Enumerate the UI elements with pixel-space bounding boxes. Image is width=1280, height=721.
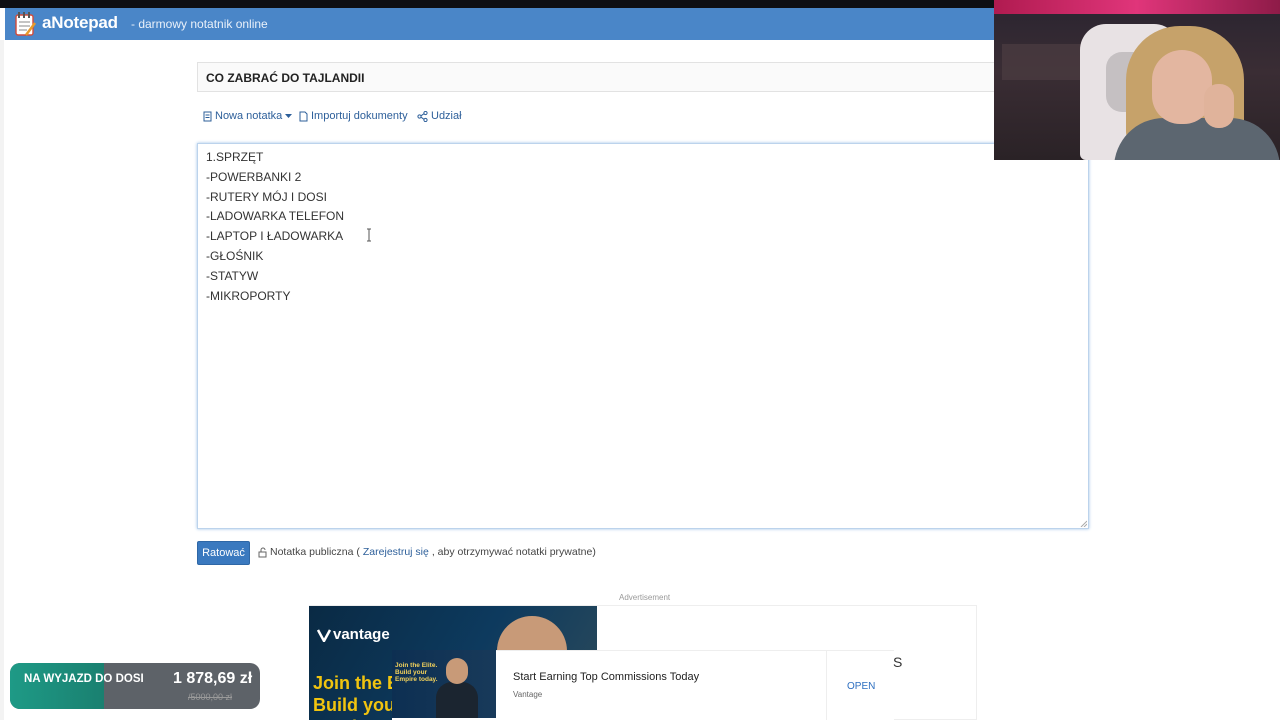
- text-cursor-icon: [367, 228, 371, 242]
- import-label: Importuj dokumenty: [311, 110, 408, 122]
- share-link[interactable]: Udział: [417, 110, 462, 122]
- ad-divider: [826, 650, 827, 720]
- unlock-icon: [258, 547, 267, 557]
- webcam-overlay: [994, 0, 1280, 160]
- donation-amount: 1 878,69 zł: [173, 670, 253, 687]
- webcam-person-hand: [1204, 84, 1234, 128]
- ad-thumb-text: Join the Elite. Build your Empire today.: [395, 662, 438, 683]
- left-rail: [0, 40, 4, 720]
- ad-open-button[interactable]: OPEN: [847, 681, 875, 692]
- file-icon: [299, 111, 308, 121]
- share-icon: [417, 110, 428, 122]
- donation-goal: /5000,00 zł: [188, 692, 233, 702]
- donation-progress-fill: [10, 663, 104, 709]
- donation-goal-widget: NA WYJAZD DO DOSI 1 878,69 zł /5000,00 z…: [10, 663, 260, 709]
- document-icon: [203, 111, 212, 121]
- save-button[interactable]: Ratować: [197, 541, 250, 565]
- vantage-logo-icon: [317, 628, 331, 642]
- public-note-info: Notatka publiczna ( Zarejestruj się , ab…: [258, 546, 596, 558]
- new-note-label: Nowa notatka: [215, 110, 283, 122]
- donation-label: NA WYJAZD DO DOSI: [24, 673, 144, 685]
- public-note-suffix: , aby otrzymywać notatki prywatne): [431, 546, 596, 558]
- ad-brand: vantage: [317, 626, 390, 643]
- webcam-led-light: [994, 0, 1280, 14]
- app-name[interactable]: aNotepad: [42, 13, 118, 33]
- note-content[interactable]: 1.SPRZĘT -POWERBANKI 2 -RUTERY MÓJ I DOS…: [206, 148, 344, 306]
- resize-grip-icon[interactable]: [1080, 520, 1087, 527]
- ad-title[interactable]: Start Earning Top Commissions Today: [513, 671, 699, 683]
- note-title-input[interactable]: CO ZABRAĆ DO TAJLANDII: [197, 62, 1017, 92]
- ad-trailing-text: S: [893, 654, 903, 670]
- new-note-menu[interactable]: Nowa notatka: [203, 110, 293, 122]
- ad-brand-name: vantage: [333, 626, 390, 643]
- ad-thumbnail[interactable]: Join the Elite. Build your Empire today.: [392, 650, 496, 718]
- share-label: Udział: [431, 110, 462, 122]
- app-tagline: - darmowy notatnik online: [131, 17, 268, 31]
- webcam-person-body: [1114, 118, 1280, 160]
- public-note-prefix: Notatka publiczna (: [270, 546, 360, 558]
- note-editor[interactable]: 1.SPRZĘT -POWERBANKI 2 -RUTERY MÓJ I DOS…: [197, 143, 1089, 529]
- caret-down-icon: [285, 113, 293, 118]
- ad-sponsor: Vantage: [513, 690, 543, 699]
- ad-thumb-person-body: [436, 682, 478, 718]
- notepad-logo-icon[interactable]: [13, 11, 37, 37]
- register-link[interactable]: Zarejestruj się: [363, 546, 429, 558]
- webcam-person-face: [1152, 50, 1212, 124]
- ad-thumb-person-face: [446, 658, 468, 684]
- ad-label: Advertisement: [619, 593, 671, 602]
- import-documents-link[interactable]: Importuj dokumenty: [299, 110, 408, 122]
